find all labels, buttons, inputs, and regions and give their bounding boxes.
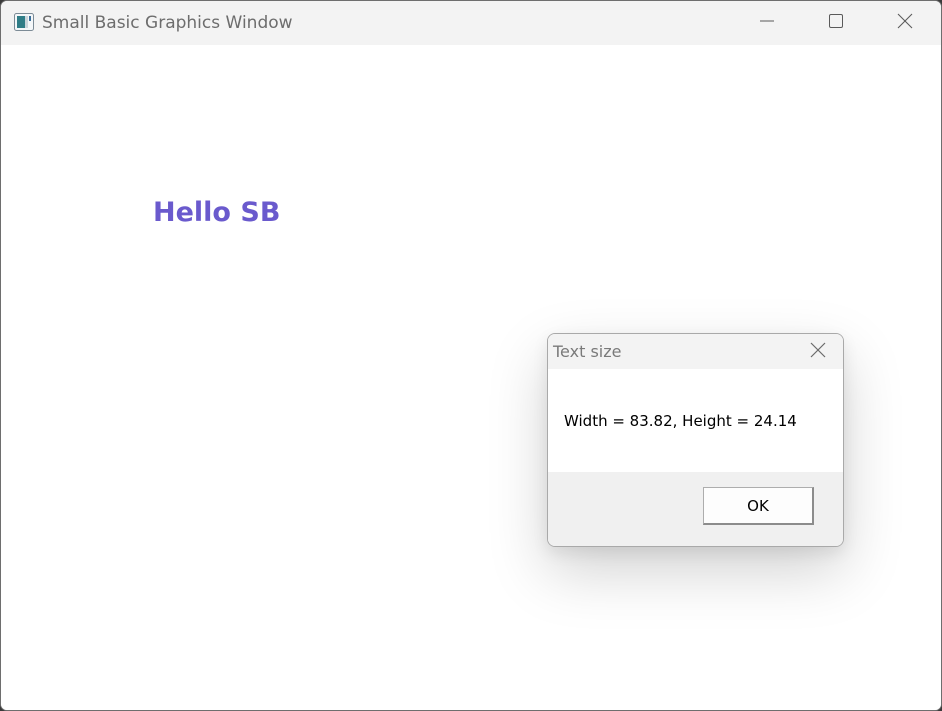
small-basic-app-icon	[14, 13, 34, 31]
minimize-icon	[759, 13, 775, 33]
canvas-text: Hello SB	[153, 197, 281, 228]
minimize-button[interactable]	[732, 1, 802, 45]
dialog-title: Text size	[553, 342, 622, 361]
maximize-icon	[828, 13, 844, 33]
close-icon	[897, 13, 913, 33]
close-icon	[810, 342, 826, 362]
dialog-body: Width = 83.82, Height = 24.14	[548, 369, 843, 472]
dialog-message: Width = 83.82, Height = 24.14	[564, 412, 797, 430]
dialog-titlebar[interactable]: Text size	[548, 334, 843, 369]
message-dialog: Text size Width = 83.82, Height = 24.14 …	[547, 333, 844, 547]
dialog-footer: OK	[548, 472, 843, 546]
ok-button[interactable]: OK	[703, 487, 814, 525]
close-button[interactable]	[870, 1, 940, 45]
maximize-button[interactable]	[801, 1, 871, 45]
dialog-close-button[interactable]	[803, 337, 833, 367]
window-titlebar[interactable]: Small Basic Graphics Window	[1, 1, 941, 45]
window-title: Small Basic Graphics Window	[42, 13, 293, 33]
